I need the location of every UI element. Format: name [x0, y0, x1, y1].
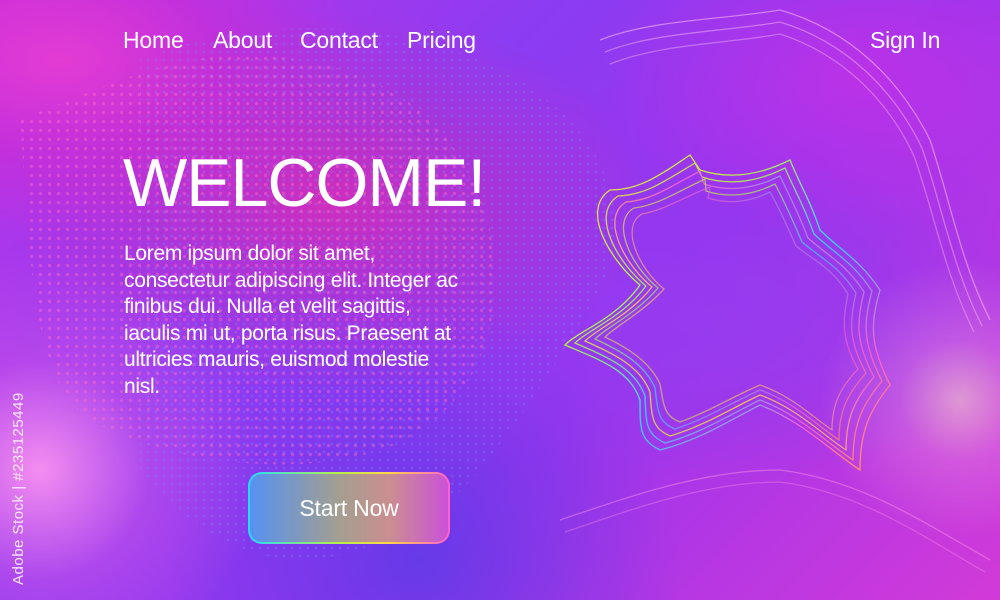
hero-title: WELCOME!	[123, 145, 486, 221]
sign-in-link[interactable]: Sign In	[870, 27, 940, 54]
start-now-button-label: Start Now	[250, 474, 448, 542]
start-now-button[interactable]: Start Now	[248, 472, 450, 544]
nav-item-pricing[interactable]: Pricing	[407, 27, 476, 54]
stock-watermark-id: Adobe Stock | #235125449	[10, 392, 27, 585]
nav-item-contact[interactable]: Contact	[300, 27, 378, 54]
top-nav: Home About Contact Pricing Sign In	[0, 27, 1000, 59]
nav-item-home[interactable]: Home	[123, 27, 184, 54]
hero-body-text: Lorem ipsum dolor sit amet, consectetur …	[124, 242, 458, 398]
nav-item-about[interactable]: About	[213, 27, 272, 54]
rainbow-wave-star	[559, 9, 991, 573]
